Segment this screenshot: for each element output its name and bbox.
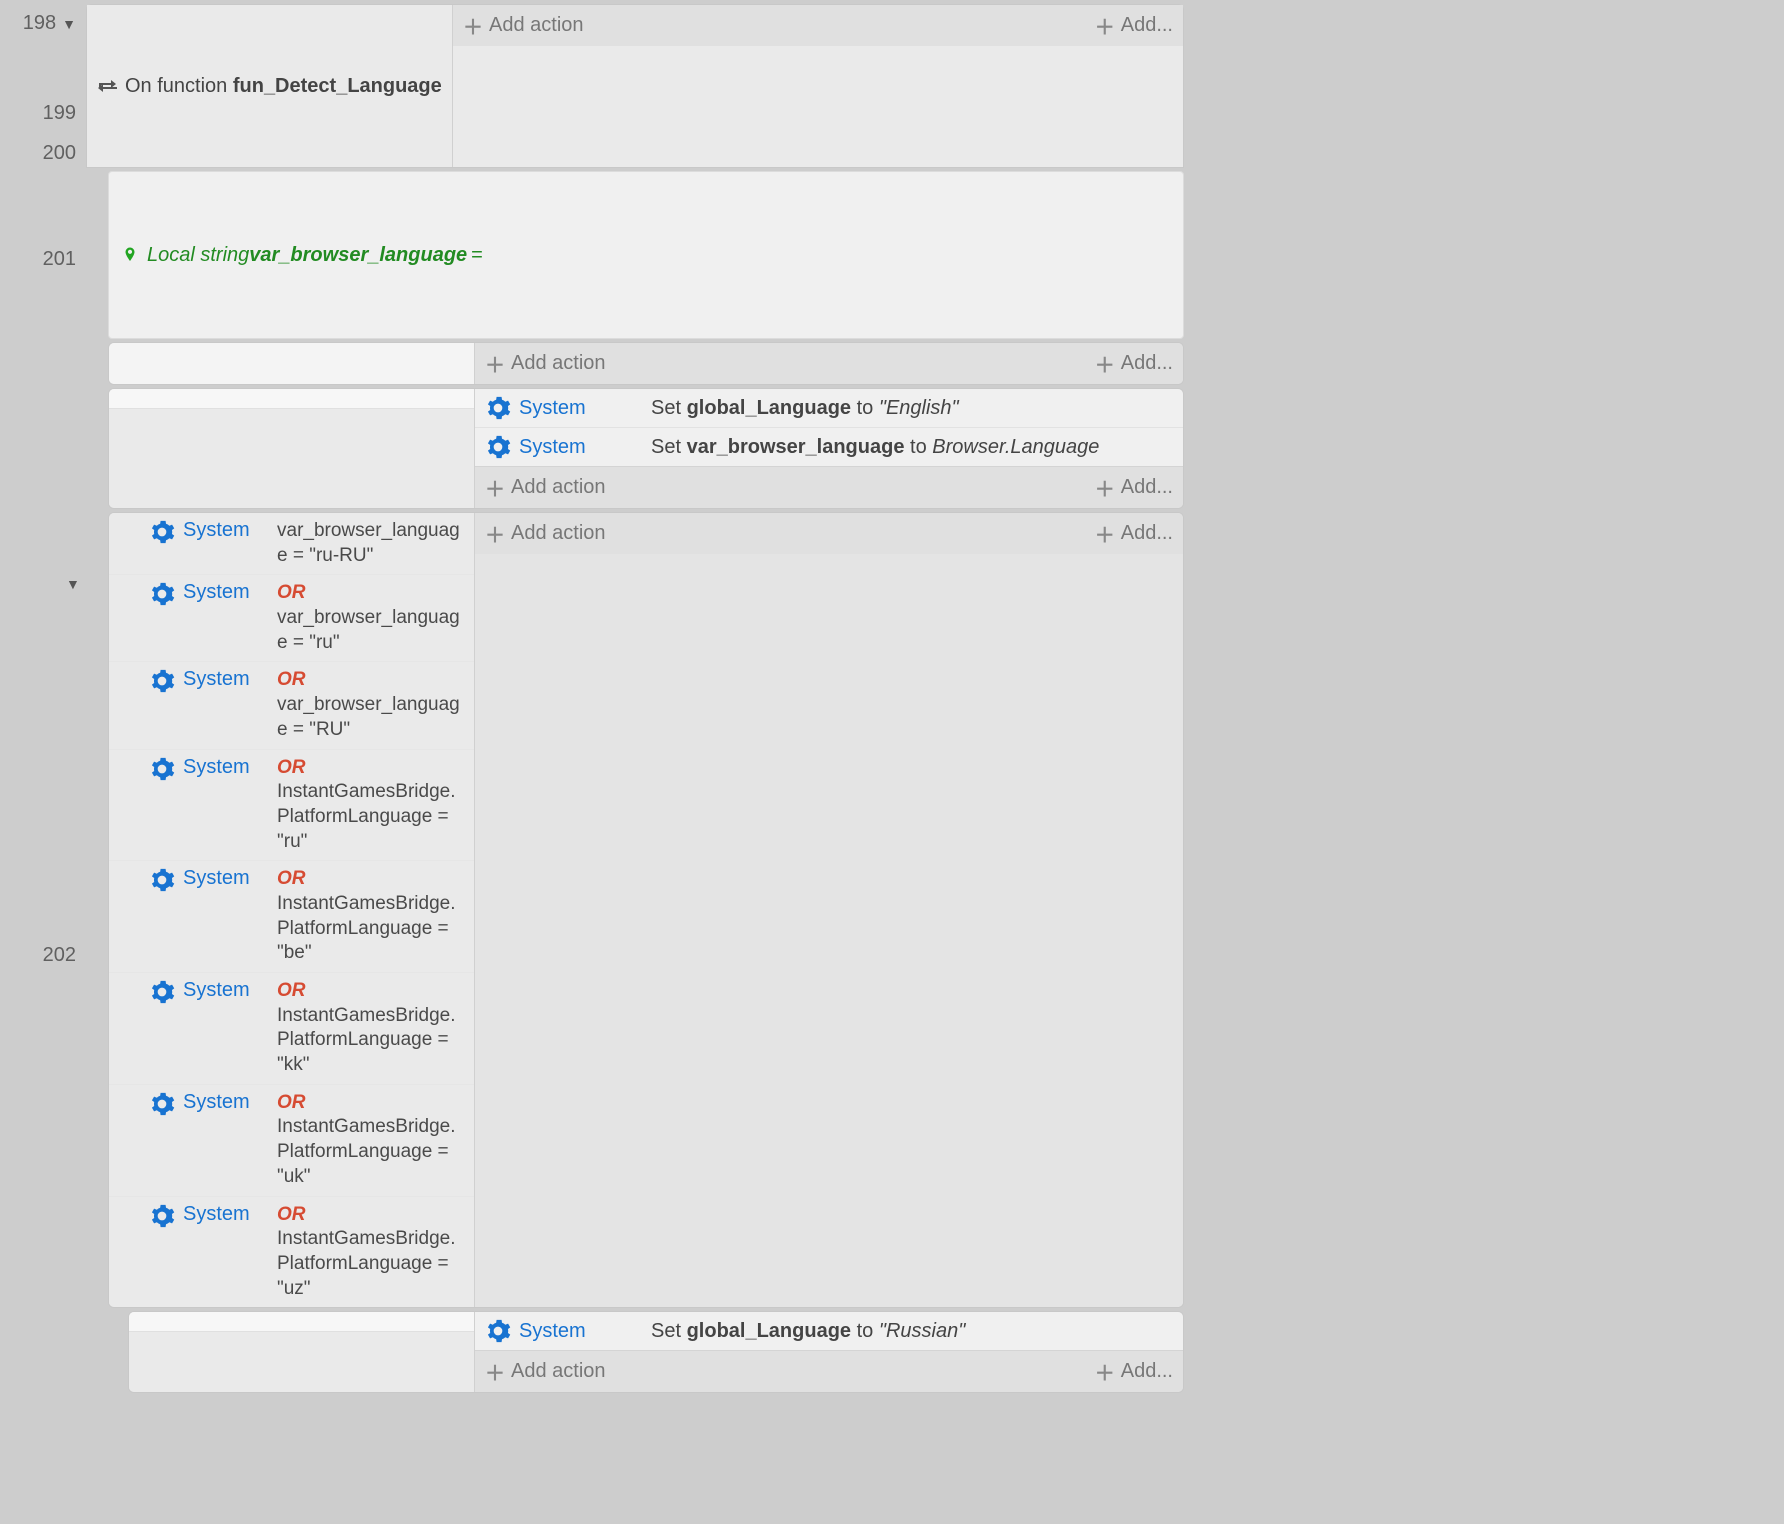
- action-line[interactable]: System Set global_Language to "Russian": [475, 1312, 1183, 1350]
- plus-icon: ＋: [485, 1357, 505, 1386]
- action-bar[interactable]: ＋ Add action ＋ Add...: [475, 343, 1183, 384]
- condition-item[interactable]: System ORInstantGamesBridge.PlatformLangu…: [109, 860, 474, 972]
- event-row[interactable]: System Set global_Language to "English" …: [108, 388, 1184, 509]
- action-text: Set var_browser_language to Browser.Lang…: [651, 436, 1099, 459]
- condition-item[interactable]: System ORInstantGamesBridge.PlatformLangu…: [109, 1084, 474, 1196]
- local-var-name: var_browser_language: [249, 244, 467, 267]
- system-object[interactable]: System: [519, 1320, 639, 1343]
- action-line[interactable]: System Set var_browser_language to Brows…: [475, 427, 1183, 466]
- event-row[interactable]: ＋ Add action ＋ Add...: [108, 342, 1184, 385]
- condition-text: ORInstantGamesBridge.PlatformLanguage = …: [277, 867, 466, 966]
- plus-icon: ＋: [485, 473, 505, 502]
- system-object[interactable]: System: [183, 1203, 261, 1226]
- system-object[interactable]: System: [183, 668, 261, 691]
- gear-icon: [149, 581, 175, 607]
- add-button[interactable]: Add...: [1121, 352, 1173, 375]
- plus-icon: ＋: [1095, 11, 1115, 40]
- plus-icon: ＋: [1095, 349, 1115, 378]
- gear-icon: [485, 1318, 511, 1344]
- system-object[interactable]: System: [183, 519, 261, 542]
- system-object[interactable]: System: [183, 756, 261, 779]
- action-bar[interactable]: ＋ Add action ＋ Add...: [453, 5, 1183, 46]
- system-object[interactable]: System: [519, 436, 639, 459]
- action-bar[interactable]: ＋ Add action ＋ Add...: [475, 1350, 1183, 1392]
- line-gutter: 198▼ 199 200 201 ▼ 202: [0, 4, 86, 1396]
- line-number: 199: [43, 102, 76, 125]
- system-object[interactable]: System: [183, 979, 261, 1002]
- condition-text: ORInstantGamesBridge.PlatformLanguage = …: [277, 979, 466, 1078]
- system-object[interactable]: System: [519, 397, 639, 420]
- gear-icon: [485, 434, 511, 460]
- action-text: Set global_Language to "English": [651, 397, 959, 420]
- add-button[interactable]: Add...: [1121, 14, 1173, 37]
- condition-text: var_browser_language = "ru-RU": [277, 519, 466, 568]
- event-row[interactable]: System Set global_Language to "Russian" …: [128, 1311, 1184, 1393]
- condition-item[interactable]: System ORInstantGamesBridge.PlatformLangu…: [109, 1196, 474, 1308]
- condition-cell[interactable]: Systemvar_browser_language = "ru-RU"Syst…: [109, 513, 475, 1307]
- add-action-button[interactable]: Add action: [511, 476, 606, 499]
- condition-item[interactable]: System ORInstantGamesBridge.PlatformLangu…: [109, 972, 474, 1084]
- condition-text: ORvar_browser_language = "RU": [277, 668, 466, 742]
- local-variable[interactable]: Local string var_browser_language =: [108, 171, 1184, 339]
- gear-icon: [149, 867, 175, 893]
- action-bar[interactable]: ＋ Add action ＋ Add...: [475, 513, 1183, 554]
- pin-icon: [121, 180, 139, 330]
- add-action-button[interactable]: Add action: [511, 352, 606, 375]
- plus-icon: ＋: [1095, 1357, 1115, 1386]
- system-object[interactable]: System: [183, 867, 261, 890]
- plus-icon: ＋: [1095, 519, 1115, 548]
- add-action-button[interactable]: Add action: [511, 1360, 606, 1383]
- condition-cell[interactable]: [109, 389, 475, 508]
- condition-item[interactable]: System ORInstantGamesBridge.PlatformLangu…: [109, 749, 474, 861]
- line-number: 202: [43, 944, 76, 967]
- add-action-button[interactable]: Add action: [489, 14, 584, 37]
- action-bar[interactable]: ＋ Add action ＋ Add...: [475, 466, 1183, 508]
- gear-icon: [149, 979, 175, 1005]
- system-object[interactable]: System: [183, 581, 261, 604]
- condition-text: ORInstantGamesBridge.PlatformLanguage = …: [277, 756, 466, 855]
- plus-icon: ＋: [485, 349, 505, 378]
- expand-icon[interactable]: ▼: [66, 576, 80, 592]
- condition-item[interactable]: System var_browser_language = "ru-RU": [109, 513, 474, 574]
- local-var-type: Local string: [147, 244, 249, 267]
- gear-icon: [149, 1203, 175, 1229]
- add-button[interactable]: Add...: [1121, 522, 1173, 545]
- add-button[interactable]: Add...: [1121, 1360, 1173, 1383]
- add-action-button[interactable]: Add action: [511, 522, 606, 545]
- gear-icon: [149, 756, 175, 782]
- plus-icon: ＋: [485, 519, 505, 548]
- local-var-eq: =: [471, 244, 483, 267]
- gear-icon: [149, 1091, 175, 1117]
- condition-text: ORInstantGamesBridge.PlatformLanguage = …: [277, 1091, 466, 1190]
- gear-icon: [149, 668, 175, 694]
- condition-cell[interactable]: On function fun_Detect_Language: [87, 5, 453, 167]
- condition-cell[interactable]: [109, 343, 475, 384]
- condition-item[interactable]: System ORvar_browser_language = "ru": [109, 574, 474, 661]
- plus-icon: ＋: [1095, 473, 1115, 502]
- collapse-icon[interactable]: ▼: [62, 16, 76, 32]
- gear-icon: [485, 395, 511, 421]
- condition-cell[interactable]: [129, 1312, 475, 1392]
- condition-item[interactable]: System ORvar_browser_language = "RU": [109, 661, 474, 748]
- event-row[interactable]: Systemvar_browser_language = "ru-RU"Syst…: [108, 512, 1184, 1308]
- line-number: 201: [43, 248, 76, 271]
- add-button[interactable]: Add...: [1121, 476, 1173, 499]
- gear-icon: [149, 519, 175, 545]
- action-text: Set global_Language to "Russian": [651, 1320, 965, 1343]
- plus-icon: ＋: [463, 11, 483, 40]
- line-number: 198▼: [23, 12, 76, 35]
- loop-icon: [95, 11, 119, 161]
- event-sheet: On function fun_Detect_Language ＋ Add ac…: [86, 4, 1184, 1396]
- condition-text: ORvar_browser_language = "ru": [277, 581, 466, 655]
- function-trigger: On function fun_Detect_Language: [125, 75, 442, 98]
- condition-text: ORInstantGamesBridge.PlatformLanguage = …: [277, 1203, 466, 1302]
- system-object[interactable]: System: [183, 1091, 261, 1114]
- event-row[interactable]: On function fun_Detect_Language ＋ Add ac…: [86, 4, 1184, 168]
- action-line[interactable]: System Set global_Language to "English": [475, 389, 1183, 427]
- line-number: 200: [43, 142, 76, 165]
